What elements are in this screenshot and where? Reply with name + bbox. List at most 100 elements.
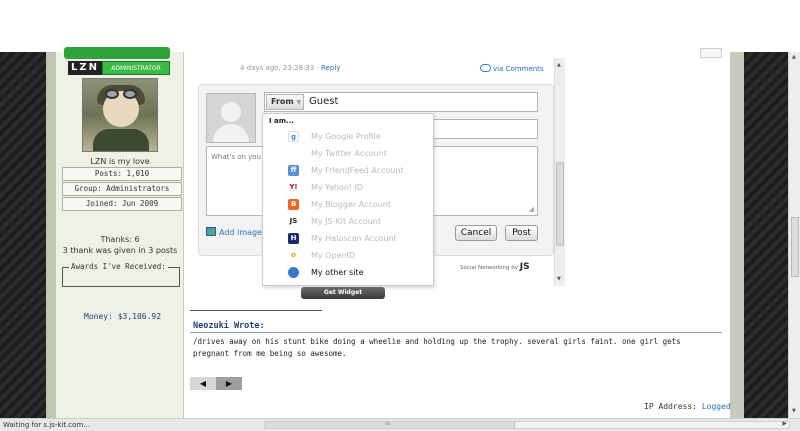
openid-icon: o <box>288 250 299 261</box>
page-scrollbar[interactable]: ▲ ▼ <box>788 52 800 418</box>
from-label: From <box>271 97 294 106</box>
globe-icon <box>288 267 299 278</box>
goggle-right <box>123 89 137 99</box>
post-button[interactable]: Post <box>505 225 538 241</box>
dropdown-item-google[interactable]: g My Google Profile <box>263 128 433 145</box>
posts-count: Posts: 1,010 <box>62 167 182 181</box>
via-comments-link[interactable]: via Comments <box>480 64 544 73</box>
thanks-given: 3 thank was given in 3 posts <box>62 246 178 255</box>
scroll-up-icon[interactable]: ▲ <box>557 62 561 68</box>
avatar[interactable] <box>82 78 158 152</box>
chevron-down-icon: ▼ <box>296 99 302 106</box>
awards-box: Awards I've Received: <box>62 262 180 287</box>
dropdown-item-label: My Google Profile <box>311 132 381 141</box>
yahoo-icon: Y! <box>288 182 299 193</box>
dropdown-item-label: My Blogger Account <box>311 200 391 209</box>
status-text: Waiting for s.js-kit.com... <box>3 421 90 429</box>
dropdown-item-friendfeed[interactable]: ff My FriendFeed Account <box>263 162 433 179</box>
google-icon: g <box>288 131 299 142</box>
from-dropdown-button[interactable]: From ▼ <box>266 94 304 110</box>
dropdown-header: I am... <box>269 117 295 125</box>
ip-logged-link[interactable]: Logged <box>702 402 731 411</box>
scroll-right-icon[interactable]: ▶ <box>782 420 787 427</box>
ip-label: IP Address: <box>644 402 697 411</box>
dropdown-item-jskit[interactable]: JS My JS-Kit Account <box>263 213 433 230</box>
dropdown-item-other-site[interactable]: My other site <box>263 264 433 281</box>
cancel-button[interactable]: Cancel <box>455 225 497 241</box>
dropdown-item-label: My Twitter Account <box>311 149 387 158</box>
add-image-label: Add image <box>219 228 262 237</box>
page-scroll-thumb[interactable] <box>791 217 799 277</box>
quote-divider <box>190 332 722 333</box>
avatar-placeholder-head <box>221 102 241 122</box>
corner-control[interactable] <box>700 48 722 58</box>
username-banner[interactable] <box>64 47 170 59</box>
scroll-down-icon[interactable]: ▼ <box>557 276 561 282</box>
horizontal-scrollbar[interactable]: ≡ ▶ <box>264 420 790 429</box>
money-balance: Money: $3,106.92 <box>84 312 162 321</box>
via-comments-label: via Comments <box>493 65 544 73</box>
right-background-rail <box>744 52 788 418</box>
dropdown-item-yahoo[interactable]: Y! My Yahoo! ID <box>263 179 433 196</box>
quote-author: Neozuki Wrote: <box>193 321 265 331</box>
dropdown-item-openid[interactable]: o My OpenID <box>263 247 433 264</box>
textarea-placeholder: What's on you <box>211 153 261 161</box>
jskit-logo: JS <box>519 262 530 272</box>
resize-handle-icon[interactable]: ◢ <box>529 205 534 213</box>
dropdown-item-haloscan[interactable]: H My Haloscan Account <box>263 230 433 247</box>
grip-icon: ≡ <box>385 420 391 427</box>
signature-divider <box>190 310 322 311</box>
scroll-up-icon[interactable]: ▲ <box>792 54 796 60</box>
identity-dropdown: I am... g My Google Profile My Twitter A… <box>262 113 434 286</box>
scroll-down-icon[interactable]: ▼ <box>792 408 796 414</box>
jskit-icon: JS <box>288 216 299 227</box>
dropdown-item-label: My FriendFeed Account <box>311 166 404 175</box>
chat-bubble-icon <box>480 64 491 72</box>
widget-scroll-thumb[interactable] <box>556 162 564 246</box>
dropdown-item-label: My OpenID <box>311 251 356 260</box>
right-border <box>730 52 744 418</box>
dropdown-item-label: My Yahoo! ID <box>311 183 363 192</box>
get-widget-button[interactable]: Get Widget <box>301 287 385 299</box>
from-field[interactable]: From ▼ Guest <box>264 92 538 112</box>
ip-address: IP Address: Logged <box>644 402 731 411</box>
reply-link[interactable]: Reply <box>321 64 340 72</box>
dropdown-item-twitter[interactable]: My Twitter Account <box>263 145 433 162</box>
social-prefix: Social Networking by <box>460 265 519 271</box>
next-arrow-icon[interactable]: ▶ <box>216 377 242 390</box>
avatar-body <box>93 129 149 151</box>
widget-scrollbar[interactable]: ▲ ▼ <box>554 58 565 286</box>
joined-date: Joined: Jun 2009 <box>62 197 182 211</box>
goggle-left <box>105 89 119 99</box>
horizontal-scroll-thumb[interactable]: ≡ <box>265 420 515 428</box>
quote-block: Neozuki Wrote: /drives away on his stunt… <box>190 320 722 368</box>
comment-meta: 4 days ago, 23:28:33 · Reply <box>240 64 340 72</box>
media-nav-control: ◀ ▶ <box>190 377 242 390</box>
previous-arrow-icon[interactable]: ◀ <box>190 377 216 390</box>
badge-tag: LZN <box>68 61 102 75</box>
from-value: Guest <box>309 96 339 107</box>
rank-badge: LZN ADMINISTRATOR <box>68 61 170 75</box>
quote-text: /drives away on his stunt bike doing a w… <box>193 337 681 358</box>
dropdown-item-label: My other site <box>311 268 364 277</box>
left-border <box>46 52 56 418</box>
friendfeed-icon: ff <box>288 165 299 176</box>
avatar-placeholder-body <box>213 124 249 142</box>
dropdown-item-label: My Haloscan Account <box>311 234 397 243</box>
dropdown-item-label: My JS-Kit Account <box>311 217 381 226</box>
guest-avatar <box>206 93 256 143</box>
twitter-icon <box>288 148 299 159</box>
add-image-link[interactable]: Add image <box>206 227 262 237</box>
blogger-icon: B <box>288 199 299 210</box>
thanks-count: Thanks: 6 <box>100 235 140 244</box>
dropdown-item-blogger[interactable]: B My Blogger Account <box>263 196 433 213</box>
role-label: ADMINISTRATOR <box>102 61 170 75</box>
comment-meta-bar: 4 days ago, 23:28:33 · Reply via Comment… <box>198 58 554 80</box>
left-background-rail <box>0 52 46 418</box>
haloscan-icon: H <box>288 233 299 244</box>
comment-timestamp: 4 days ago, 23:28:33 · <box>240 64 319 72</box>
image-icon <box>206 227 216 236</box>
browser-status-bar: Waiting for s.js-kit.com... ≡ ▶ <box>0 418 800 431</box>
awards-label: Awards I've Received: <box>69 262 168 271</box>
social-networking-credit[interactable]: Social Networking by JS <box>460 262 530 272</box>
